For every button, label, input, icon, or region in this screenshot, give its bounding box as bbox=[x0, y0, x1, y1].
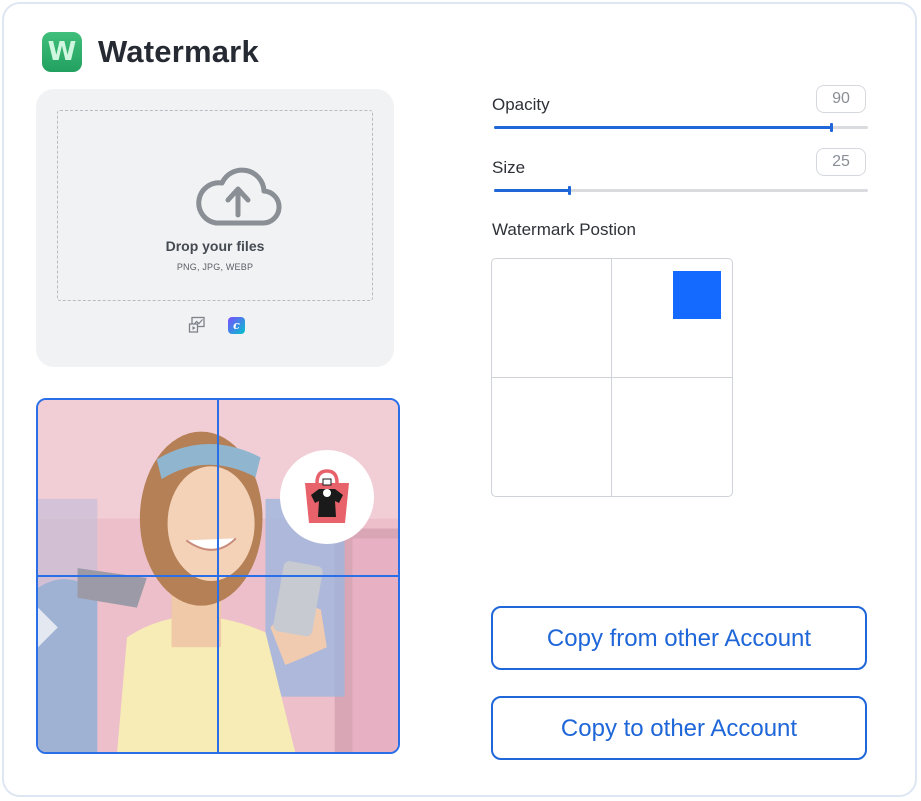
position-cell-bottom-right[interactable] bbox=[612, 378, 732, 497]
header: W Watermark bbox=[42, 32, 259, 72]
opacity-slider-thumb[interactable] bbox=[829, 123, 833, 132]
drop-title: Drop your files bbox=[165, 238, 265, 254]
upload-panel: Drop your files PNG, JPG, WEBP c bbox=[36, 89, 394, 367]
app-logo: W bbox=[42, 32, 82, 72]
watermark-badge bbox=[280, 450, 374, 544]
canva-icon[interactable]: c bbox=[228, 316, 245, 334]
position-grid bbox=[491, 258, 733, 497]
preview-grid-horizontal bbox=[38, 575, 398, 577]
media-library-icon[interactable] bbox=[188, 316, 206, 334]
opacity-value[interactable]: 90 bbox=[816, 85, 866, 113]
size-slider-fill bbox=[494, 189, 569, 192]
image-preview bbox=[36, 398, 400, 754]
copy-from-account-button[interactable]: Copy from other Account bbox=[491, 606, 867, 670]
page-title: Watermark bbox=[98, 34, 259, 69]
shopping-bag-logo-icon bbox=[305, 469, 349, 523]
position-cell-top-left[interactable] bbox=[492, 259, 612, 378]
canva-letter: c bbox=[233, 318, 240, 332]
opacity-slider-fill bbox=[494, 126, 831, 129]
size-label: Size bbox=[492, 158, 526, 177]
logo-letter: W bbox=[47, 37, 77, 67]
file-dropzone[interactable]: Drop your files PNG, JPG, WEBP bbox=[57, 110, 373, 301]
size-value[interactable]: 25 bbox=[816, 148, 866, 176]
position-cell-bottom-left[interactable] bbox=[492, 377, 612, 496]
size-slider-thumb[interactable] bbox=[567, 186, 571, 195]
opacity-slider[interactable] bbox=[494, 123, 868, 132]
cloud-upload-icon bbox=[196, 167, 282, 226]
opacity-label: Opacity bbox=[492, 95, 550, 114]
copy-to-account-button[interactable]: Copy to other Account bbox=[491, 696, 867, 760]
source-icons: c bbox=[188, 316, 245, 334]
position-cell-top-right[interactable] bbox=[612, 259, 732, 378]
position-label: Watermark Postion bbox=[492, 220, 636, 239]
size-slider[interactable] bbox=[494, 186, 868, 195]
accepted-formats: PNG, JPG, WEBP bbox=[176, 262, 254, 272]
position-selected-marker bbox=[673, 271, 721, 319]
